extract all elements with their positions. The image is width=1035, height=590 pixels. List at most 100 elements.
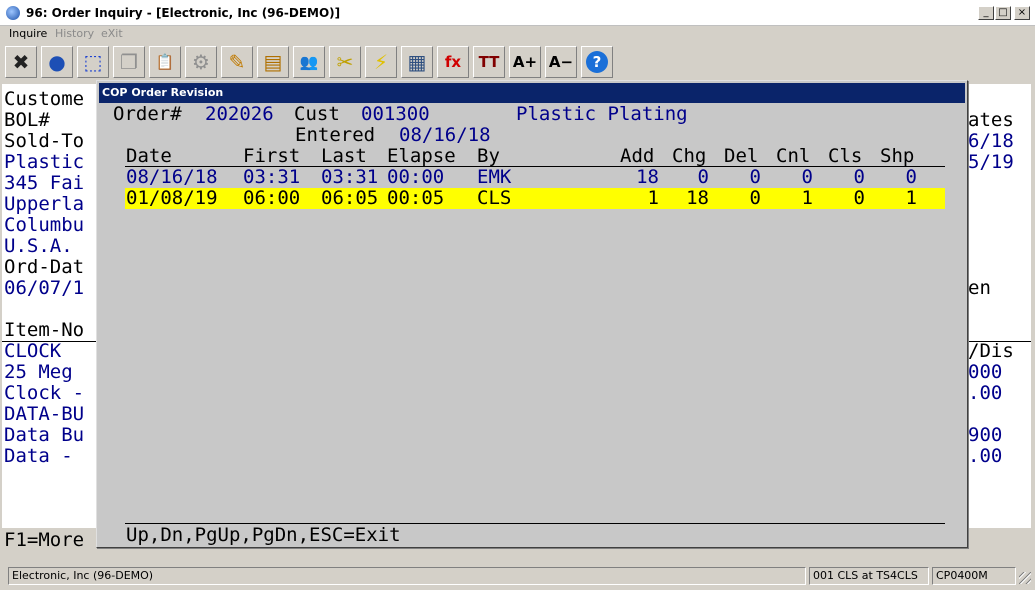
- screen-line: Data -: [4, 445, 73, 467]
- lightning-icon: ⚡: [373, 50, 389, 74]
- screen-line: Clock -: [4, 382, 85, 404]
- column-header-del: Del: [724, 145, 759, 167]
- menu-history[interactable]: History: [55, 27, 94, 40]
- tag-button[interactable]: ✂: [329, 46, 361, 78]
- title-bar: 96: Order Inquiry - [Electronic, Inc (96…: [0, 0, 1035, 26]
- help-button[interactable]: ?: [581, 46, 613, 78]
- select-icon: ⬚: [83, 50, 103, 74]
- screen-line: 06/07/1: [4, 277, 85, 299]
- screen-line: BOL#: [4, 109, 50, 131]
- screen-line: 000: [968, 361, 1003, 383]
- globe-icon: ●: [48, 50, 66, 74]
- column-header-date: Date: [126, 145, 172, 167]
- screen-line: Columbu: [4, 214, 85, 236]
- toolbar: ✖ ● ⬚ ❐ 📋 ⚙ ✎ ▤ 👥 ✂ ⚡ ▦ fx TT A+ A−?: [0, 44, 1035, 80]
- screen-line: Plastic: [4, 151, 85, 173]
- calendar-lightning-icon: ▦: [407, 50, 427, 74]
- resize-grip-icon[interactable]: [1019, 572, 1031, 584]
- gear-icon: ⚙: [192, 50, 210, 74]
- copy-button[interactable]: ❐: [113, 46, 145, 78]
- screen-line: [968, 320, 1014, 341]
- lightning-button[interactable]: ⚡: [365, 46, 397, 78]
- column-header-last: Last: [321, 145, 367, 167]
- paste-button[interactable]: 📋: [149, 46, 181, 78]
- screen-line: U.S.A.: [4, 235, 73, 257]
- screen-line: [968, 404, 1014, 425]
- copy-icon: ❐: [120, 50, 138, 74]
- maximize-button[interactable]: □: [995, 6, 1011, 20]
- edit-button[interactable]: ✎: [221, 46, 253, 78]
- menu-exit[interactable]: eXit: [101, 27, 123, 40]
- app-globe-icon: [6, 6, 20, 20]
- function-button[interactable]: fx: [437, 46, 469, 78]
- screen-line: [968, 236, 1014, 257]
- cust-name: Plastic Plating: [516, 103, 688, 125]
- edit-icon: ✎: [228, 50, 246, 74]
- minimize-button[interactable]: _: [978, 6, 994, 20]
- screen-line: .00: [968, 445, 1003, 467]
- tag-icon: ✂: [336, 50, 354, 74]
- column-header-first: First: [243, 145, 301, 167]
- table-row[interactable]: [125, 188, 945, 209]
- entered-label: Entered: [295, 124, 376, 146]
- help-icon: ?: [586, 51, 608, 73]
- users-button[interactable]: 👥: [293, 46, 325, 78]
- screen-line: DATA-BU: [4, 403, 85, 425]
- right-column-text: ates 6/18 5/19 en/Dis 000.00 900.00: [968, 110, 1014, 467]
- screen-line: CLOCK: [4, 340, 62, 362]
- status-company: Electronic, Inc (96-DEMO): [8, 567, 806, 585]
- screen-line: [968, 194, 1014, 215]
- table-row[interactable]: [125, 167, 945, 188]
- screen-line: en: [968, 277, 991, 299]
- screen-line: /Dis: [968, 340, 1014, 362]
- calendar-lightning-button[interactable]: ▦: [401, 46, 433, 78]
- screen-line: Sold-To: [4, 130, 85, 152]
- notepad-button[interactable]: ▤: [257, 46, 289, 78]
- paste-icon: 📋: [155, 53, 175, 71]
- font-decrease-icon: A−: [548, 53, 574, 71]
- screen-line: Item-No: [4, 319, 85, 341]
- screen-line: [968, 299, 1014, 320]
- globe-button[interactable]: ●: [41, 46, 73, 78]
- status-program: CP0400M: [932, 567, 1016, 585]
- font-button[interactable]: TT: [473, 46, 505, 78]
- order-label: Order#: [113, 103, 182, 125]
- font-increase-icon: A+: [512, 53, 538, 71]
- menu-bar: Inquire History eXit: [0, 26, 1035, 44]
- cust-label: Cust: [294, 103, 340, 125]
- dialog-footer-hint: Up,Dn,PgUp,PgDn,ESC=Exit: [126, 524, 401, 546]
- font-decrease-button[interactable]: A−: [545, 46, 577, 78]
- screen-line: 6/18: [968, 130, 1014, 152]
- font-increase-button[interactable]: A+: [509, 46, 541, 78]
- dialog-body: Order# 202026 Cust 001300 Plastic Platin…: [99, 103, 965, 547]
- gear-button[interactable]: ⚙: [185, 46, 217, 78]
- cust-number: 001300: [361, 103, 430, 125]
- status-user: 001 CLS at TS4CLS: [809, 567, 929, 585]
- screen-line: .00: [968, 382, 1003, 404]
- notepad-icon: ▤: [263, 50, 283, 74]
- screen-line: [968, 215, 1014, 236]
- screen-line: [968, 257, 1014, 278]
- column-header-chg: Chg: [672, 145, 707, 167]
- column-header-add: Add: [620, 145, 655, 167]
- screen-line: Upperla: [4, 193, 85, 215]
- entered-date: 08/16/18: [399, 124, 491, 146]
- f1-more-hint: F1=More: [4, 529, 85, 551]
- screen-line: 900: [968, 424, 1003, 446]
- screen-line: Ord-Dat: [4, 256, 85, 278]
- function-icon: fx: [444, 53, 462, 71]
- close-x-icon: ✖: [12, 50, 30, 74]
- font-icon: TT: [478, 53, 500, 71]
- status-bar: Electronic, Inc (96-DEMO) 001 CLS at TS4…: [0, 564, 1035, 590]
- screen-line: 345 Fai: [4, 172, 85, 194]
- screen-line: 5/19: [968, 151, 1014, 173]
- close-button[interactable]: ×: [1014, 6, 1030, 20]
- screen-line: ates: [968, 109, 1014, 131]
- close-x-button[interactable]: ✖: [5, 46, 37, 78]
- left-column-text: Custome BOL# Sold-To Plastic 345 Fai Upperla C…: [4, 89, 84, 467]
- select-button[interactable]: ⬚: [77, 46, 109, 78]
- screen-line: [4, 299, 84, 320]
- screen-line: Custome: [4, 88, 85, 110]
- menu-inquire[interactable]: Inquire: [9, 27, 47, 40]
- column-header-cnl: Cnl: [776, 145, 811, 167]
